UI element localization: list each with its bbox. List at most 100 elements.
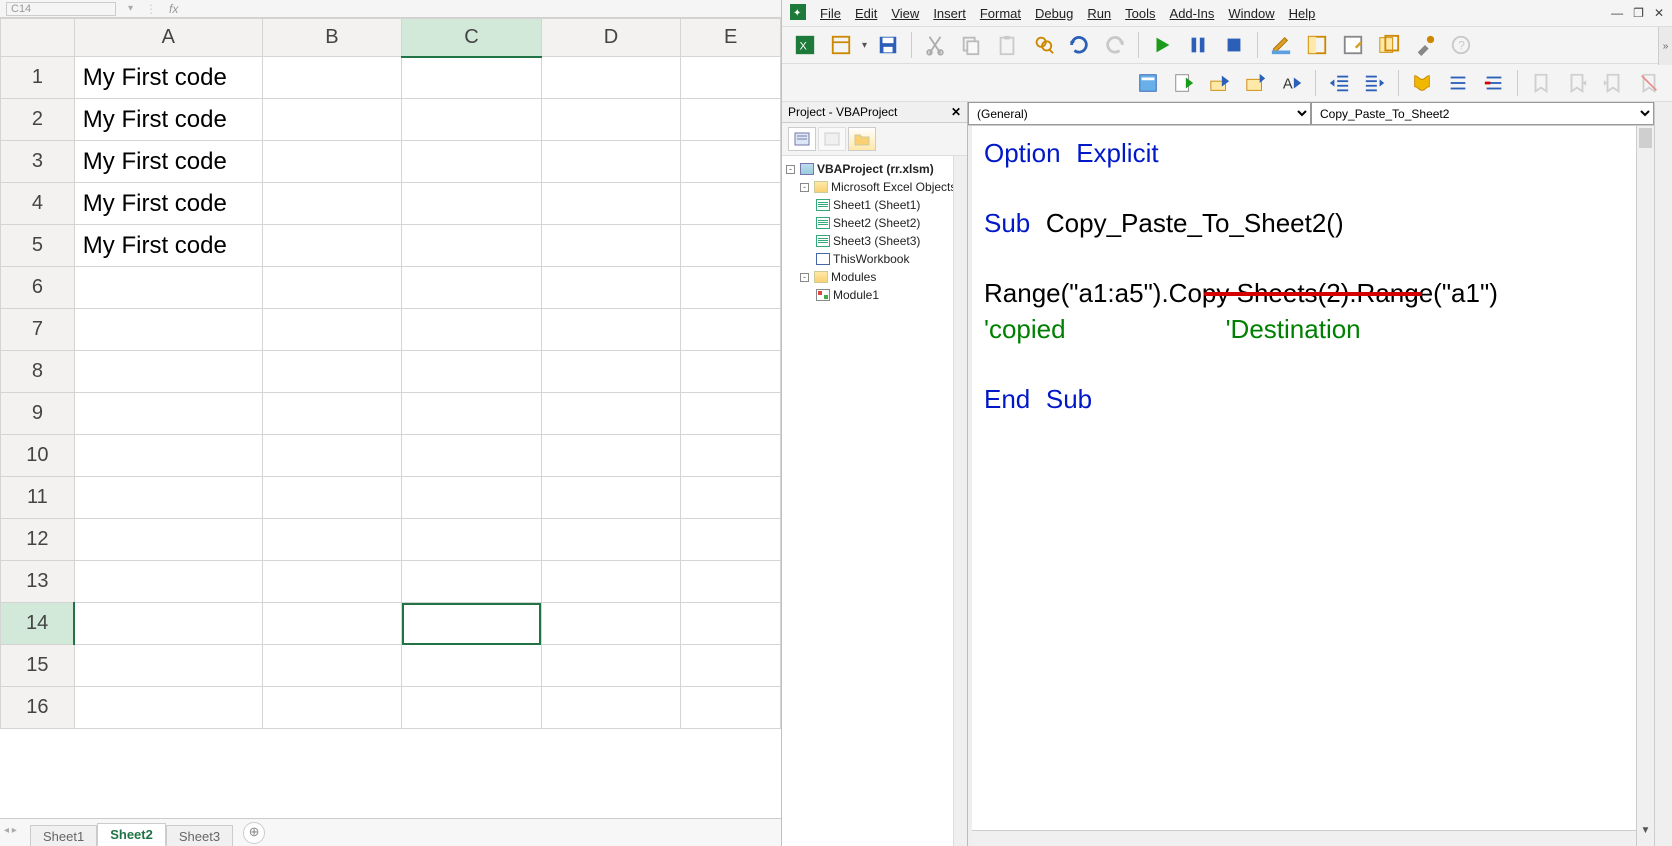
window-minimize-icon[interactable]: — <box>1611 6 1623 20</box>
toolbox-icon[interactable] <box>1410 30 1440 60</box>
object-browser-icon[interactable] <box>1374 30 1404 60</box>
dropdown-icon[interactable]: ▾ <box>128 3 133 14</box>
bookmark-prev-icon[interactable] <box>1598 68 1628 98</box>
redo-icon[interactable] <box>1100 30 1130 60</box>
menu-file[interactable]: File <box>820 6 841 21</box>
tree-sheet2[interactable]: Sheet2 (Sheet2) <box>833 214 920 232</box>
select-all-corner[interactable] <box>1 19 75 57</box>
worksheet-grid[interactable]: A B C D E 1My First code 2My First code … <box>0 18 781 818</box>
window-close-icon[interactable]: ✕ <box>1654 6 1664 20</box>
col-header-D[interactable]: D <box>541 19 681 57</box>
bookmark-clear-icon[interactable] <box>1634 68 1664 98</box>
breakpoint-icon[interactable] <box>1407 68 1437 98</box>
add-sheet-button[interactable]: ⊕ <box>243 822 265 844</box>
cell-D1[interactable] <box>541 57 681 99</box>
row-header-6[interactable]: 6 <box>1 267 75 309</box>
list-properties-icon[interactable] <box>1133 68 1163 98</box>
row-header-1[interactable]: 1 <box>1 57 75 99</box>
sheet-tab-sheet2[interactable]: Sheet2 <box>97 823 166 846</box>
menu-debug[interactable]: Debug <box>1035 6 1073 21</box>
row-header-14[interactable]: 14 <box>1 603 75 645</box>
col-header-E[interactable]: E <box>681 19 781 57</box>
tree-sheet3[interactable]: Sheet3 (Sheet3) <box>833 232 920 250</box>
name-box[interactable]: C14 <box>6 2 116 16</box>
menu-addins[interactable]: Add-Ins <box>1170 6 1215 21</box>
find-icon[interactable] <box>1028 30 1058 60</box>
menu-help[interactable]: Help <box>1289 6 1316 21</box>
complete-word-icon[interactable]: A <box>1277 68 1307 98</box>
view-code-icon[interactable] <box>788 127 816 151</box>
menu-insert[interactable]: Insert <box>933 6 966 21</box>
quick-info-icon[interactable] <box>1205 68 1235 98</box>
design-mode-icon[interactable] <box>1266 30 1296 60</box>
copy-icon[interactable] <box>956 30 986 60</box>
row-header-10[interactable]: 10 <box>1 435 75 477</box>
outer-scrollbar[interactable] <box>1654 102 1672 846</box>
cell-C14-active[interactable] <box>402 603 542 645</box>
menu-tools[interactable]: Tools <box>1125 6 1155 21</box>
view-object-icon[interactable] <box>818 127 846 151</box>
menu-format[interactable]: Format <box>980 6 1021 21</box>
uncomment-block-icon[interactable] <box>1479 68 1509 98</box>
dropdown-arrow-icon[interactable]: ▾ <box>862 40 867 51</box>
menu-run[interactable]: Run <box>1087 6 1111 21</box>
cell-A3[interactable]: My First code <box>74 141 262 183</box>
object-dropdown[interactable]: (General) <box>968 102 1311 125</box>
tree-module1[interactable]: Module1 <box>833 286 879 304</box>
cell-A2[interactable]: My First code <box>74 99 262 141</box>
col-header-B[interactable]: B <box>262 19 402 57</box>
row-header-13[interactable]: 13 <box>1 561 75 603</box>
row-header-8[interactable]: 8 <box>1 351 75 393</box>
fx-icon[interactable]: fx <box>169 2 178 16</box>
cell-C1[interactable] <box>402 57 542 99</box>
procedure-dropdown[interactable]: Copy_Paste_To_Sheet2 <box>1311 102 1654 125</box>
code-scrollbar-vertical[interactable]: ▲▼ <box>1636 126 1654 846</box>
menu-window[interactable]: Window <box>1228 6 1274 21</box>
tree-excel-objects[interactable]: Microsoft Excel Objects <box>831 178 956 196</box>
comment-block-icon[interactable] <box>1443 68 1473 98</box>
project-tree[interactable]: -VBAProject (rr.xlsm) -Microsoft Excel O… <box>782 156 967 308</box>
row-header-3[interactable]: 3 <box>1 141 75 183</box>
cell-B1[interactable] <box>262 57 402 99</box>
properties-window-icon[interactable] <box>1338 30 1368 60</box>
parameter-info-icon[interactable] <box>1241 68 1271 98</box>
undo-icon[interactable] <box>1064 30 1094 60</box>
row-header-7[interactable]: 7 <box>1 309 75 351</box>
row-header-11[interactable]: 11 <box>1 477 75 519</box>
tree-sheet1[interactable]: Sheet1 (Sheet1) <box>833 196 920 214</box>
project-explorer-icon[interactable] <box>1302 30 1332 60</box>
row-header-16[interactable]: 16 <box>1 687 75 729</box>
menu-edit[interactable]: Edit <box>855 6 877 21</box>
row-header-9[interactable]: 9 <box>1 393 75 435</box>
row-header-15[interactable]: 15 <box>1 645 75 687</box>
toolbar-overflow-icon[interactable]: » <box>1658 27 1672 65</box>
cell-E1[interactable] <box>681 57 781 99</box>
row-header-5[interactable]: 5 <box>1 225 75 267</box>
reset-icon[interactable] <box>1219 30 1249 60</box>
row-header-4[interactable]: 4 <box>1 183 75 225</box>
toggle-folders-icon[interactable] <box>848 127 876 151</box>
expand-icon[interactable]: - <box>800 183 809 192</box>
run-icon[interactable] <box>1147 30 1177 60</box>
save-icon[interactable] <box>873 30 903 60</box>
outdent-icon[interactable] <box>1360 68 1390 98</box>
list-constants-icon[interactable] <box>1169 68 1199 98</box>
cell-A5[interactable]: My First code <box>74 225 262 267</box>
indent-icon[interactable] <box>1324 68 1354 98</box>
expand-icon[interactable]: - <box>800 273 809 282</box>
sheet-tab-sheet3[interactable]: Sheet3 <box>166 825 233 846</box>
code-scrollbar-horizontal[interactable] <box>972 830 1636 846</box>
bookmark-next-icon[interactable] <box>1562 68 1592 98</box>
expand-icon[interactable]: - <box>786 165 795 174</box>
help-icon[interactable]: ? <box>1446 30 1476 60</box>
menu-view[interactable]: View <box>891 6 919 21</box>
bookmark-toggle-icon[interactable] <box>1526 68 1556 98</box>
insert-module-icon[interactable] <box>826 30 856 60</box>
col-header-A[interactable]: A <box>74 19 262 57</box>
code-editor[interactable]: Option Explicit Sub Copy_Paste_To_Sheet2… <box>968 126 1654 846</box>
tree-modules[interactable]: Modules <box>831 268 876 286</box>
view-excel-icon[interactable]: X <box>790 30 820 60</box>
cut-icon[interactable] <box>920 30 950 60</box>
tree-thisworkbook[interactable]: ThisWorkbook <box>833 250 909 268</box>
project-root[interactable]: VBAProject (rr.xlsm) <box>817 160 934 178</box>
